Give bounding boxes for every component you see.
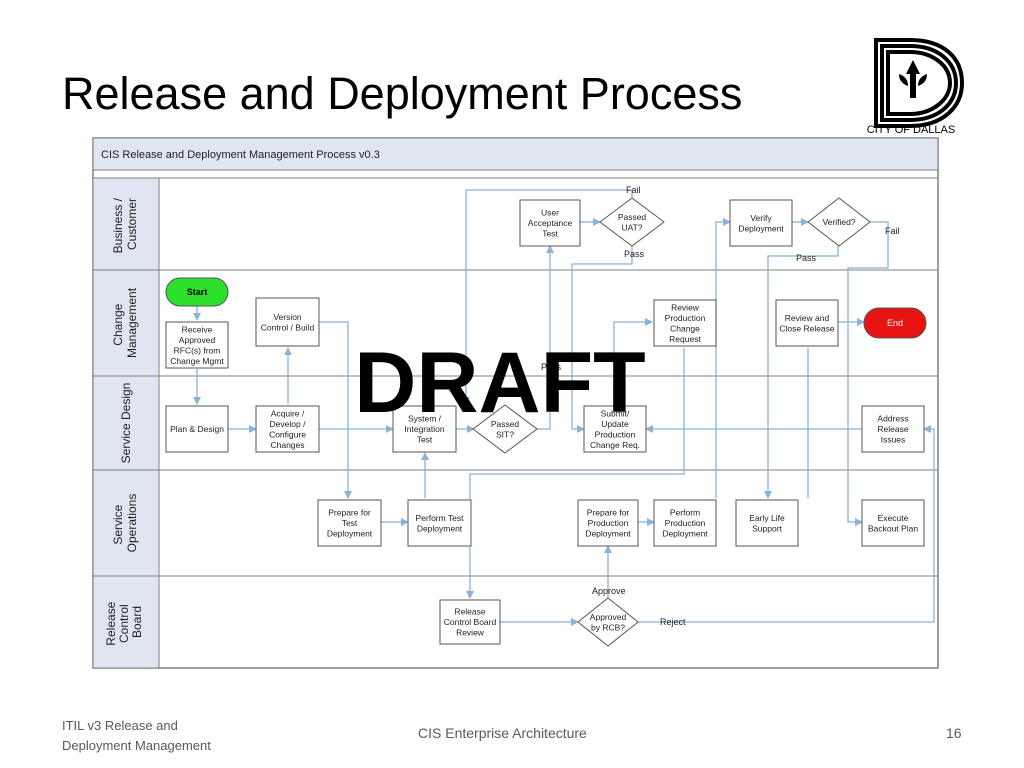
node-label-perform-prod: Perform	[670, 508, 700, 518]
node-label-address-issues: Release	[877, 424, 908, 434]
node-label-execute-backout: Backout Plan	[868, 523, 918, 533]
node-label-perform-test: Perform Test	[415, 513, 464, 523]
node-label-prepare-prod: Deployment	[585, 529, 631, 539]
edge-label-fail-verify: Fail	[885, 226, 900, 236]
start-label: Start	[187, 287, 208, 297]
node-label-execute-backout: Execute	[878, 513, 909, 523]
edge-label-pass-verify: Pass	[796, 253, 817, 263]
node-label-address-issues: Issues	[881, 435, 906, 445]
node-label-prepare-test: Prepare for	[328, 508, 371, 518]
node-label-uat: Test	[542, 229, 558, 239]
node-label-acquire: Configure	[269, 429, 306, 439]
node-label-receive-rfc: RFC(s) from	[174, 345, 221, 355]
diagram-header: CIS Release and Deployment Management Pr…	[101, 149, 380, 161]
node-label-receive-rfc: Change Mgmt	[170, 356, 224, 366]
node-label-approved-rcb: Approved	[590, 612, 627, 622]
node-label-acquire: Changes	[270, 440, 304, 450]
edge-label-approve: Approve	[592, 586, 626, 596]
node-label-review-prod-change: Change	[670, 323, 700, 333]
node-label-uat: User	[541, 208, 559, 218]
node-label-perform-prod: Production	[665, 518, 706, 528]
node-label-acquire: Develop /	[270, 419, 307, 429]
node-label-version-control: Version	[273, 312, 302, 322]
edge-label-pass-uat: Pass	[624, 249, 645, 259]
node-label-prepare-test: Deployment	[327, 529, 373, 539]
node-label-plan-design: Plan & Design	[170, 424, 224, 434]
footer-center: CIS Enterprise Architecture	[418, 725, 587, 741]
node-label-review-prod-change: Production	[665, 313, 706, 323]
node-label-prepare-test: Test	[342, 518, 358, 528]
node-label-prepare-prod: Production	[588, 518, 629, 528]
node-label-receive-rfc: Receive	[182, 324, 213, 334]
node-label-review-close: Close Release	[779, 323, 835, 333]
node-label-version-control: Control / Build	[261, 322, 315, 332]
footer-left-line: Deployment Management	[62, 738, 211, 753]
node-label-review-prod-change: Review	[671, 302, 700, 312]
lane-service-design-label: Service Design	[119, 383, 133, 464]
node-label-address-issues: Address	[877, 414, 908, 424]
node-label-perform-test: Deployment	[417, 523, 463, 533]
node-label-submit-update: Change Req.	[590, 440, 640, 450]
node-label-verify-deploy: Verify	[750, 213, 772, 223]
edge-label-reject: Reject	[660, 617, 686, 627]
node-label-sit: Test	[417, 435, 433, 445]
node-label-rcb-review: Review	[456, 628, 485, 638]
lane-service-ops-label: Service Operations	[111, 494, 139, 553]
lane-business-label: Business / Customer	[111, 195, 139, 254]
node-label-review-prod-change: Request	[669, 334, 701, 344]
page-number: 16	[946, 725, 962, 741]
node-label-verified: Verified?	[822, 217, 855, 227]
node-label-uat: Acceptance	[528, 218, 573, 228]
node-label-rcb-review: Release	[454, 607, 485, 617]
node-label-acquire: Acquire /	[271, 408, 305, 418]
node-label-approved-rcb: by RCB?	[591, 622, 625, 632]
node-label-early-life: Support	[752, 523, 782, 533]
end-label: End	[887, 318, 903, 328]
edge-label-fail-uat: Fail	[626, 185, 641, 195]
node-label-receive-rfc: Approved	[179, 335, 216, 345]
node-label-early-life: Early Life	[749, 513, 785, 523]
node-label-perform-prod: Deployment	[662, 529, 708, 539]
process-diagram: CIS Release and Deployment Management Pr…	[92, 137, 939, 669]
node-label-rcb-review: Control Board	[444, 617, 497, 627]
node-label-passed-uat: Passed	[618, 212, 647, 222]
node-label-passed-uat: UAT?	[621, 222, 642, 232]
draft-watermark: DRAFT	[354, 335, 645, 431]
footer-left: ITIL v3 Release and Deployment Managemen…	[62, 716, 211, 756]
node-label-verify-deploy: Deployment	[738, 223, 784, 233]
node-label-review-close: Review and	[785, 313, 830, 323]
footer-left-line: ITIL v3 Release and	[62, 718, 178, 733]
node-label-prepare-prod: Prepare for	[587, 508, 630, 518]
